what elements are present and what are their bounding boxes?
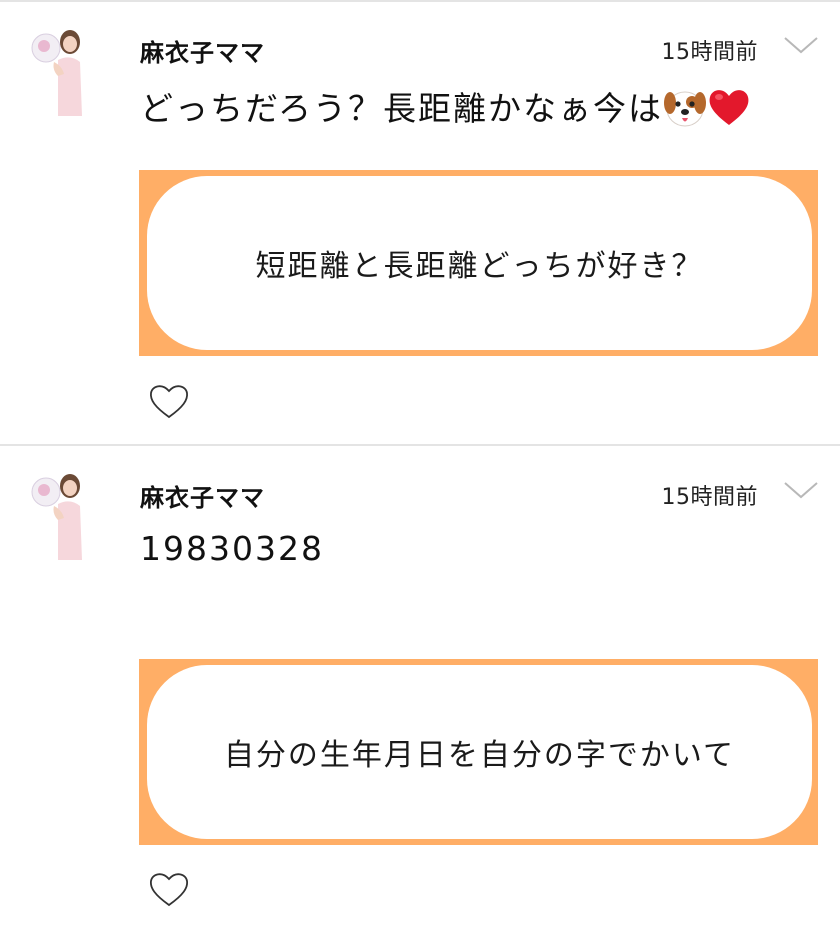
post-body: どっちだろう？長距離かなぁ今は — [140, 82, 751, 137]
question-card[interactable]: 短距離と長距離どっちが好き？ — [139, 170, 818, 356]
question-text: 短距離と長距離どっちが好き？ — [255, 249, 704, 284]
timestamp: 15時間前 — [661, 485, 758, 510]
avatar[interactable] — [28, 26, 88, 118]
post-body-text: 19830328 — [140, 529, 324, 568]
post: 麻衣子ママ 15時間前 19830328 自分の生年月日を自分の字でかいて — [0, 446, 840, 925]
post-body-text: どっちだろう？長距離かなぁ今は — [140, 89, 664, 128]
avatar[interactable] — [28, 470, 88, 562]
question-card-inner: 自分の生年月日を自分の字でかいて — [147, 665, 812, 839]
dog-face-icon — [663, 85, 707, 137]
username[interactable]: 麻衣子ママ — [140, 478, 265, 513]
username[interactable]: 麻衣子ママ — [140, 33, 265, 68]
post-body: 19830328 — [140, 529, 324, 568]
question-card[interactable]: 自分の生年月日を自分の字でかいて — [139, 659, 818, 845]
question-card-inner: 短距離と長距離どっちが好き？ — [147, 176, 812, 350]
post: 麻衣子ママ 15時間前 どっちだろう？長距離かなぁ今は 短距離と長距離どっちが好… — [0, 0, 840, 444]
question-text: 自分の生年月日を自分の字でかいて — [223, 738, 736, 773]
heart-icon[interactable] — [148, 870, 190, 908]
red-heart-icon — [707, 85, 751, 137]
chevron-down-icon[interactable] — [782, 479, 820, 503]
feed: 麻衣子ママ 15時間前 どっちだろう？長距離かなぁ今は 短距離と長距離どっちが好… — [0, 0, 840, 925]
timestamp: 15時間前 — [661, 40, 758, 65]
chevron-down-icon[interactable] — [782, 34, 820, 58]
heart-icon[interactable] — [148, 382, 190, 420]
